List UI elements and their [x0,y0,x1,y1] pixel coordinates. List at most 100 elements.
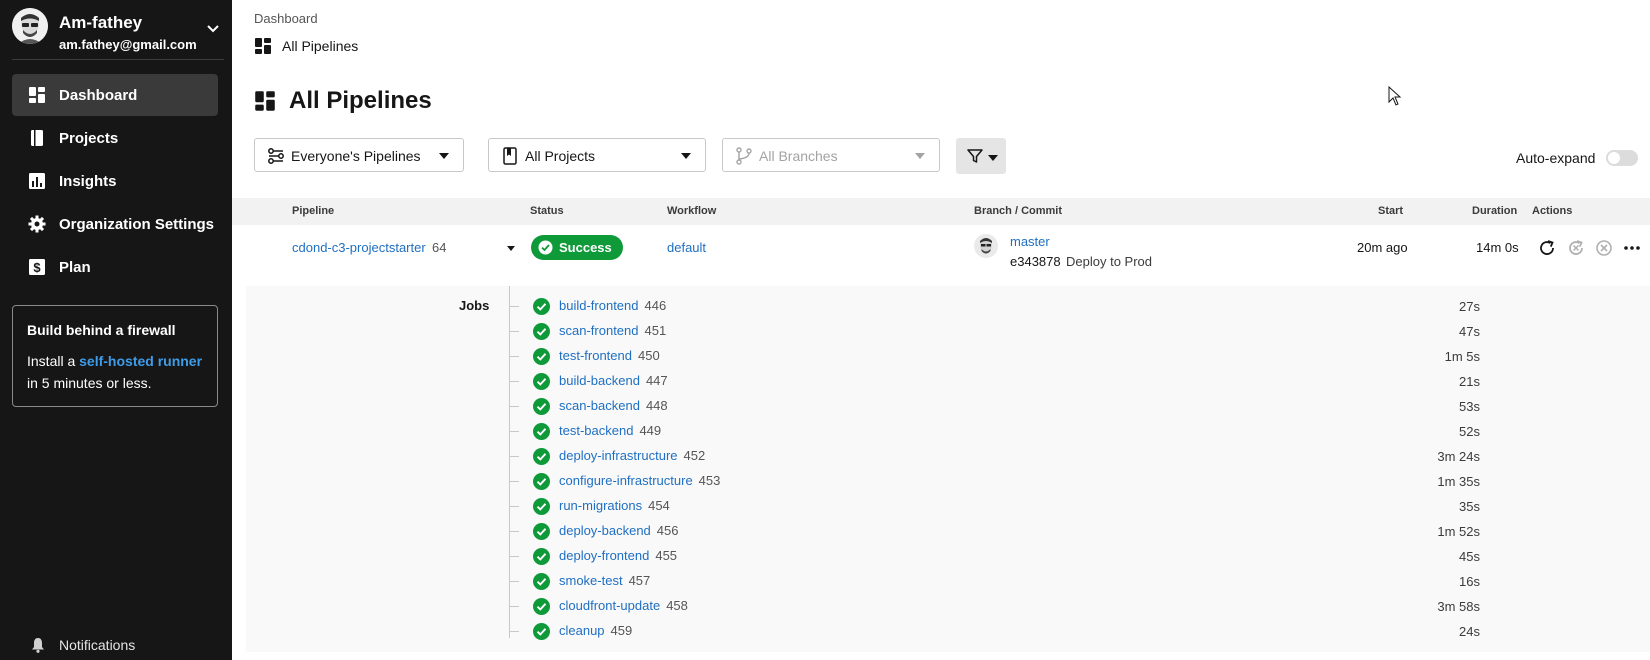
success-check-icon [533,573,550,590]
workflow-link[interactable]: default [667,240,706,255]
success-check-icon [533,623,550,640]
job-link[interactable]: build-frontend 446 [559,298,666,313]
job-name[interactable]: deploy-infrastructure [559,448,678,463]
page-title: All Pipelines [289,87,432,114]
success-check-icon [533,423,550,440]
job-link[interactable]: run-migrations 454 [559,498,670,513]
sidebar-item-label: Dashboard [59,87,138,104]
branches-filter-select[interactable]: All Branches [722,138,940,172]
user-menu[interactable]: Am-fathey am.fathey@gmail.com [12,8,222,52]
tree-connector [509,331,519,332]
pipeline-duration: 14m 0s [1476,240,1519,255]
job-duration: 1m 5s [1444,349,1480,364]
job-name[interactable]: deploy-frontend [559,548,649,563]
commit-sha-link[interactable]: e343878 [1010,254,1061,269]
sidebar-item-plan[interactable]: $ Plan [12,246,218,288]
breadcrumb-dashboard[interactable]: Dashboard [254,11,318,26]
job-link[interactable]: deploy-infrastructure 452 [559,448,705,463]
caret-down-icon [681,153,691,159]
job-duration: 27s [1459,299,1480,314]
status-label: Success [559,240,612,255]
success-check-icon [533,548,550,565]
job-number: 447 [645,373,668,388]
job-name[interactable]: scan-frontend [559,323,639,338]
job-link[interactable]: configure-infrastructure 453 [559,473,720,488]
sidebar-item-label: Projects [59,130,119,147]
job-duration: 3m 24s [1437,449,1480,464]
job-name[interactable]: configure-infrastructure [559,473,693,488]
job-name[interactable]: deploy-backend [559,523,651,538]
rerun-icon[interactable] [1537,238,1557,258]
job-name[interactable]: cleanup [559,623,605,638]
tree-connector [509,406,519,407]
tree-connector [509,506,519,507]
job-row: test-frontend 450 1m 5s [246,344,1650,368]
more-options-icon[interactable] [1622,238,1642,258]
pipeline-start: 20m ago [1357,240,1408,255]
job-row: test-backend 449 52s [246,419,1650,443]
sidebar-divider [12,59,224,60]
dashboard-icon [255,38,271,54]
tree-connector [509,556,519,557]
sidebar-item-projects[interactable]: Projects [12,117,218,159]
job-link[interactable]: cleanup 459 [559,623,632,638]
sidebar: Am-fathey am.fathey@gmail.com Dashboard … [0,0,232,660]
toggle-knob [1608,152,1620,164]
caret-down-icon [988,155,998,161]
job-name[interactable]: test-backend [559,423,633,438]
auto-expand-toggle[interactable] [1606,150,1638,166]
expand-caret-icon[interactable] [507,246,515,251]
job-link[interactable]: build-backend 447 [559,373,668,388]
job-row: scan-backend 448 53s [246,394,1650,418]
job-link[interactable]: test-backend 449 [559,423,661,438]
promo-prefix: Install a [27,353,76,369]
svg-text:$: $ [33,260,41,275]
self-hosted-runner-link[interactable]: self-hosted runner [79,353,202,369]
job-duration: 53s [1459,399,1480,414]
job-link[interactable]: deploy-backend 456 [559,523,679,538]
job-link[interactable]: smoke-test 457 [559,573,650,588]
tree-connector [509,481,519,482]
chevron-down-icon[interactable] [206,22,220,36]
job-link[interactable]: deploy-frontend 455 [559,548,677,563]
success-check-icon [533,323,550,340]
tree-connector [509,356,519,357]
tree-connector [509,456,519,457]
cancel-icon[interactable] [1594,238,1614,258]
user-email: am.fathey@gmail.com [59,37,197,52]
job-name[interactable]: build-frontend [559,298,639,313]
notifications-link[interactable]: Notifications [30,635,220,655]
job-name[interactable]: build-backend [559,373,640,388]
job-link[interactable]: scan-frontend 451 [559,323,666,338]
job-number: 458 [666,598,688,613]
job-name[interactable]: cloudfront-update [559,598,660,613]
branch-link[interactable]: master [1010,234,1050,249]
projects-filter-select[interactable]: All Projects [488,138,706,172]
job-row: cloudfront-update 458 3m 58s [246,594,1650,618]
job-name[interactable]: scan-backend [559,398,640,413]
job-link[interactable]: cloudfront-update 458 [559,598,688,613]
job-name[interactable]: smoke-test [559,573,623,588]
pipeline-name-link[interactable]: cdond-c3-projectstarter [292,240,426,255]
breadcrumb-current: All Pipelines [282,38,359,54]
success-check-icon [533,398,550,415]
job-link[interactable]: test-frontend 450 [559,348,660,363]
notifications-label: Notifications [59,637,136,653]
pipelines-filter-select[interactable]: Everyone's Pipelines [254,138,464,172]
caret-down-icon [439,153,449,159]
bell-icon [32,638,44,653]
tree-connector [509,306,519,307]
projects-filter-value: All Projects [525,148,596,164]
rerun-failed-icon[interactable] [1566,238,1586,258]
sidebar-item-label: Insights [59,173,117,190]
column-header-workflow: Workflow [667,205,717,217]
more-filters-button[interactable] [956,138,1006,174]
job-duration: 52s [1459,424,1480,439]
status-badge[interactable]: Success [531,235,623,260]
sidebar-item-organization-settings[interactable]: Organization Settings [12,203,218,245]
job-name[interactable]: test-frontend [559,348,632,363]
sidebar-item-dashboard[interactable]: Dashboard [12,74,218,116]
sidebar-item-insights[interactable]: Insights [12,160,218,202]
job-link[interactable]: scan-backend 448 [559,398,668,413]
job-name[interactable]: run-migrations [559,498,642,513]
